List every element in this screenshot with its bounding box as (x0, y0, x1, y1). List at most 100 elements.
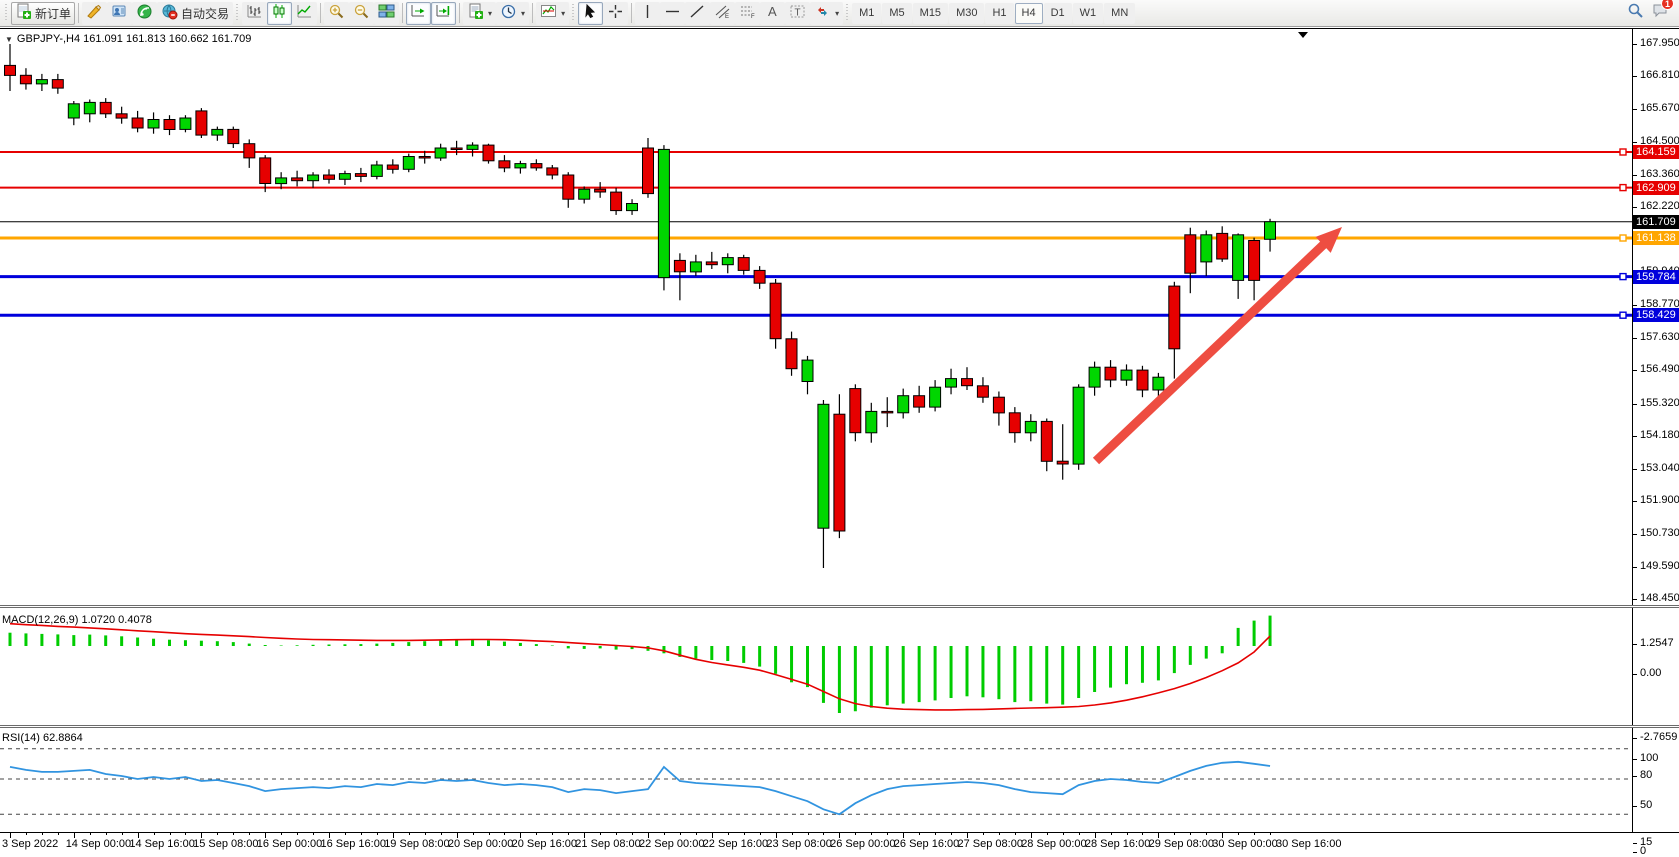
price-level-badge: 164.159 (1633, 145, 1679, 159)
arrows-button[interactable]: ▾ (810, 2, 843, 25)
time-axis[interactable]: 3 Sep 202214 Sep 00:0014 Sep 16:0015 Sep… (0, 832, 1679, 851)
zoom-out-button[interactable] (349, 2, 374, 25)
tile-windows-button[interactable] (374, 2, 399, 25)
candle (339, 174, 350, 180)
axis-tick-label: 156.490 (1640, 363, 1679, 375)
autotrading-icon (161, 3, 178, 23)
axis-tick-label: 0 (1640, 845, 1646, 857)
autotrading-button[interactable]: 自动交易 (157, 2, 233, 25)
time-axis-label: 16 Sep 00:00 (257, 838, 322, 850)
new-order-icon (15, 3, 32, 23)
line-chart-icon (296, 3, 313, 23)
periods-button[interactable]: ▾ (496, 2, 529, 25)
pane-separator[interactable] (0, 605, 1679, 608)
axis-tick-label: 157.630 (1640, 331, 1679, 343)
axis-tick-label: 0.00 (1640, 667, 1661, 679)
candle (882, 411, 893, 413)
candle (722, 258, 733, 265)
macd-signal-line (10, 624, 1270, 710)
templates-button[interactable]: ▾ (463, 2, 496, 25)
candle (643, 148, 654, 194)
timeframe-w1-button[interactable]: W1 (1073, 3, 1104, 24)
candle (403, 157, 414, 170)
candle (898, 396, 909, 413)
timeframe-m1-button[interactable]: M1 (852, 3, 881, 24)
chart-shift-button[interactable] (431, 2, 456, 25)
candle (738, 258, 749, 271)
macd-plot[interactable] (0, 610, 1632, 725)
timeframe-h4-button[interactable]: H4 (1015, 3, 1043, 24)
candle (754, 270, 765, 283)
text-label-button[interactable]: T (785, 2, 810, 25)
candle (1249, 241, 1260, 281)
profiles-button[interactable] (107, 2, 132, 25)
templates-icon (467, 3, 484, 23)
candle (611, 192, 622, 211)
candle (483, 145, 494, 161)
new-chart-button[interactable] (82, 2, 107, 25)
horizontal-line-button[interactable] (660, 2, 685, 25)
time-axis-label: 30 Sep 00:00 (1212, 838, 1277, 850)
new-order-label: 新订单 (35, 5, 71, 22)
axis-tick-label: 155.320 (1640, 397, 1679, 409)
candle (1185, 235, 1196, 273)
pane-separator[interactable] (0, 725, 1679, 728)
candle (818, 404, 829, 528)
candle (1057, 461, 1068, 464)
line-chart-button[interactable] (292, 2, 317, 25)
trend-arrow-object[interactable] (1096, 237, 1332, 461)
candle (866, 411, 877, 432)
time-axis-label: 28 Sep 00:00 (1021, 838, 1086, 850)
time-axis-label: 14 Sep 16:00 (129, 838, 194, 850)
chart-shift-marker[interactable] (1298, 32, 1308, 38)
bar-chart-button[interactable] (242, 2, 267, 25)
price-level-badge: 158.429 (1633, 308, 1679, 322)
timeframe-m5-button[interactable]: M5 (882, 3, 911, 24)
notifications-button[interactable]: 1 (1652, 2, 1669, 24)
timeframe-m15-button[interactable]: M15 (913, 3, 948, 24)
crosshair-button[interactable] (603, 2, 628, 25)
text-button[interactable]: A (760, 2, 785, 25)
time-axis-label: 28 Sep 16:00 (1085, 838, 1150, 850)
zoom-in-button[interactable] (324, 2, 349, 25)
candle (20, 75, 31, 84)
rsi-plot[interactable] (0, 730, 1632, 831)
text-label-icon: T (789, 3, 806, 23)
channel-button[interactable]: E (710, 2, 735, 25)
autotrading-label: 自动交易 (181, 5, 229, 22)
auto-scroll-button[interactable] (406, 2, 431, 25)
candle (5, 65, 16, 75)
candle (132, 118, 143, 128)
axis-tick-label: 150.730 (1640, 527, 1679, 539)
timeframe-mn-button[interactable]: MN (1104, 3, 1135, 24)
candlestick-icon (271, 3, 288, 23)
candlestick-button[interactable] (267, 2, 292, 25)
new-order-button[interactable]: 新订单 (11, 2, 75, 25)
candle (36, 80, 47, 84)
candle (962, 379, 973, 386)
search-icon[interactable] (1627, 2, 1644, 24)
indicators-button[interactable]: ▾ (536, 2, 569, 25)
candle (1217, 233, 1228, 259)
candle (451, 148, 462, 150)
axis-tick-label: 163.360 (1640, 168, 1679, 180)
toolbar-drag-handle[interactable] (4, 4, 9, 22)
candle (212, 129, 223, 135)
one-click-expand-icon[interactable]: ▼ (5, 35, 13, 44)
cursor-button[interactable] (578, 2, 603, 25)
signals-button[interactable] (132, 2, 157, 25)
vertical-line-button[interactable] (635, 2, 660, 25)
timeframe-m30-button[interactable]: M30 (949, 3, 984, 24)
timeframe-h1-button[interactable]: H1 (985, 3, 1013, 24)
axis-tick-label: 166.810 (1640, 69, 1679, 81)
fibonacci-button[interactable]: F (735, 2, 760, 25)
main-price-plot[interactable] (0, 29, 1632, 605)
axis-tick-label: 162.220 (1640, 200, 1679, 212)
candle (276, 178, 287, 184)
trendline-button[interactable] (685, 2, 710, 25)
timeframe-d1-button[interactable]: D1 (1044, 3, 1072, 24)
axis-tick-label: 50 (1640, 799, 1652, 811)
chart-window[interactable]: ▼ GBPJPY-,H4 161.091 161.813 160.662 161… (0, 28, 1679, 850)
time-axis-label: 19 Sep 08:00 (384, 838, 449, 850)
price-level-badge: 161.709 (1633, 215, 1679, 229)
